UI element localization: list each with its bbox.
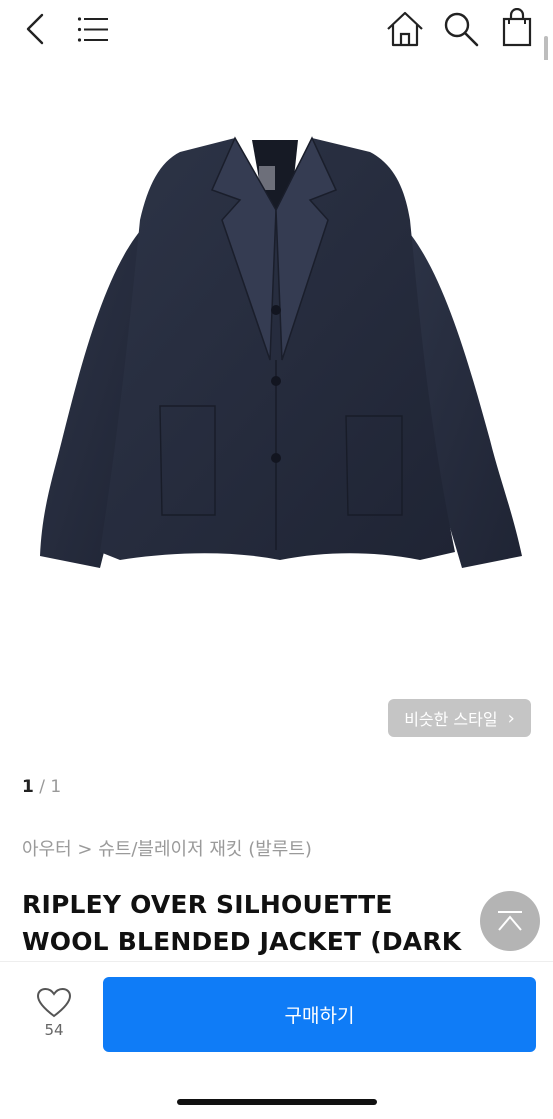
pager-total: 1 [50,777,62,797]
cart-button[interactable] [500,8,534,48]
pager-separator: / [33,777,51,797]
menu-button[interactable] [77,16,109,44]
scroll-to-top-button[interactable] [480,891,540,951]
search-icon [444,12,479,47]
buy-button[interactable]: 구매하기 [103,977,536,1052]
like-button[interactable]: 54 [28,987,80,1039]
hamburger-menu-icon [77,17,108,42]
image-pager: 1 / 1 [22,777,61,797]
top-nav-bar [0,0,553,60]
home-icon [387,11,423,47]
arrow-up-icon [498,911,522,931]
shopping-bag-icon [502,8,532,47]
home-button[interactable] [385,10,425,48]
product-image[interactable]: 비슷한 스타일 › [0,60,553,760]
search-button[interactable] [442,10,480,48]
similar-style-button[interactable]: 비슷한 스타일 › [388,699,531,737]
category-breadcrumb[interactable]: 아우터 > 슈트/블레이저 재킷 (발루트) [22,835,312,861]
pager-current: 1 [22,777,34,797]
back-button[interactable] [20,12,50,46]
similar-style-label: 비슷한 스타일 [404,710,498,729]
like-count: 54 [44,1021,64,1039]
chevron-right-icon: › [507,707,515,729]
home-indicator [177,1099,377,1105]
heart-icon [36,987,72,1018]
jacket-illustration [40,136,522,568]
chevron-left-icon [26,13,44,45]
